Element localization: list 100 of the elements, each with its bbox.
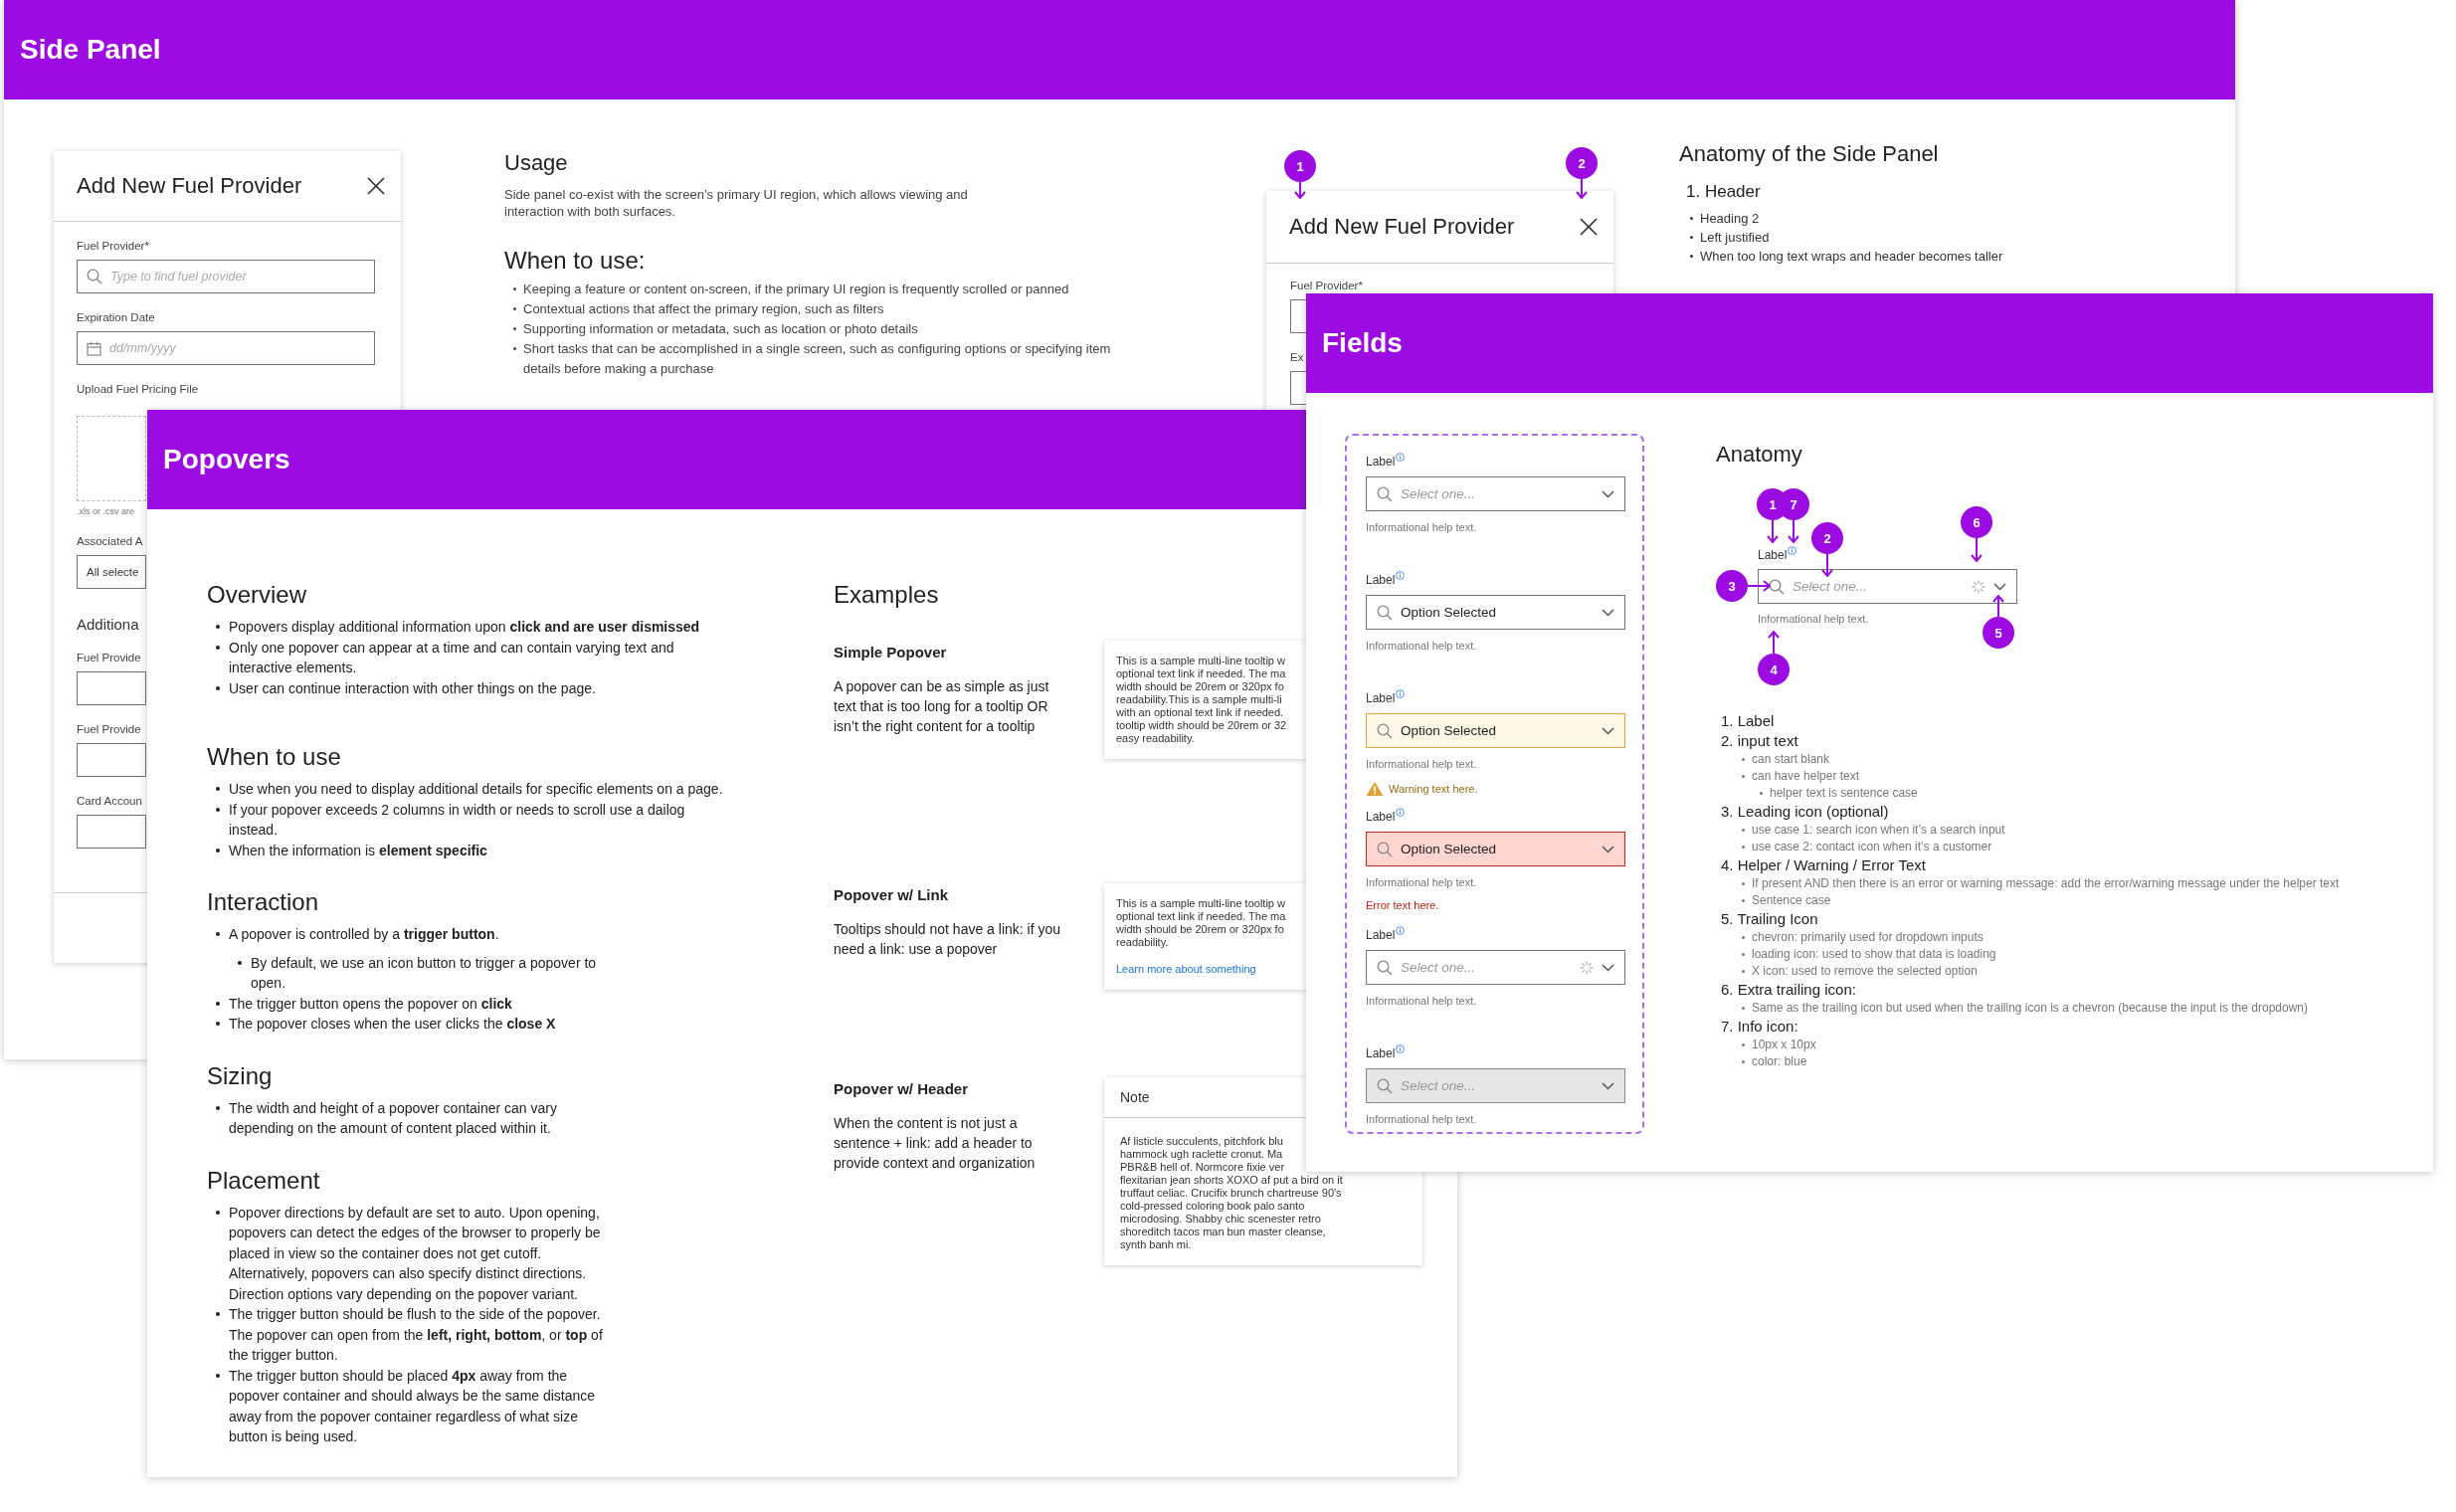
field-label: Label — [1366, 572, 1396, 588]
example-title: Popover w/ Header — [834, 1080, 970, 1098]
page-title: Popovers — [163, 444, 290, 475]
search-icon — [1769, 578, 1785, 595]
paragraph: This is a sample multi-line tooltip w optional text link if needed. The ma width should be 20rem or 320px fo readability. — [1116, 897, 1286, 949]
hint-text: .xls or .csv are — [77, 506, 134, 517]
calendar-icon — [87, 340, 101, 356]
list-item: color: blue — [1752, 1053, 1807, 1070]
select-field[interactable]: Select one... — [1366, 950, 1625, 985]
bullet-icon — [513, 347, 516, 350]
bullet-icon — [216, 1312, 220, 1317]
close-icon — [367, 177, 385, 195]
search-icon — [1377, 841, 1393, 857]
chevron-down-icon — [1602, 845, 1614, 853]
list-item: If present AND then there is an error or warning message: add the error/warning message under the helper text — [1752, 875, 2340, 892]
bullet-icon — [216, 848, 220, 852]
callout-arrow — [1576, 179, 1588, 199]
bullet-icon — [216, 1105, 220, 1110]
bullet-icon — [1742, 935, 1745, 939]
bullet-icon — [1690, 254, 1693, 258]
search-icon — [1377, 959, 1393, 976]
page-title: Fields — [1322, 327, 1403, 359]
callout-arrow — [1294, 182, 1306, 199]
callout-arrow — [1748, 580, 1771, 592]
bullet-icon — [1742, 1006, 1745, 1010]
bullet-icon — [216, 787, 220, 792]
bullet-icon — [1690, 235, 1693, 239]
list-item: Left justified — [1700, 229, 1770, 247]
bullet-icon — [216, 1022, 220, 1027]
list-item: A popover is controlled by a trigger button. — [229, 925, 499, 944]
field-label: Upload Fuel Pricing File — [77, 382, 199, 396]
paragraph: Side panel co-exist with the screen’s primary UI region, which allows viewing and interaction with both surfaces. — [504, 186, 969, 220]
info-icon — [1396, 1044, 1406, 1053]
list-item: loading icon: used to show that data is loading — [1752, 946, 1996, 963]
list-item: Contextual actions that affect the primary region, such as filters — [523, 300, 884, 318]
info-icon — [1396, 453, 1406, 462]
list-item: Popovers display additional information upon click and are user dismissed — [229, 618, 700, 637]
help-text: Informational help text. — [1366, 520, 1478, 534]
list-item: chevron: primarily used for dropdown inputs — [1752, 929, 1984, 946]
paragraph: Tooltips should not have a link: if you need a link: use a popover — [834, 920, 1062, 959]
bullet-icon — [1742, 969, 1745, 973]
example-title: Popover w/ Link — [834, 886, 950, 904]
field-label: Label — [1366, 927, 1396, 943]
select-field[interactable]: All selecte — [77, 555, 146, 589]
error-text: Error text here. — [1366, 899, 1440, 911]
field-label: Associated A — [77, 534, 143, 548]
field-label: Label — [1366, 690, 1396, 706]
list-item: can have helper text — [1752, 768, 1860, 785]
select-field[interactable]: Option Selected — [1366, 832, 1625, 866]
search-icon — [87, 269, 102, 284]
field-label: Fuel Provide — [77, 651, 141, 664]
list-item: use case 2: contact icon when it’s a customer — [1752, 839, 1992, 855]
panel-title: Add New Fuel Provider — [77, 173, 302, 199]
select-field[interactable]: Select one... — [1758, 569, 2017, 604]
search-icon — [1377, 485, 1393, 502]
bullet-icon — [1742, 1042, 1745, 1046]
chevron-down-icon — [1602, 608, 1614, 617]
input-field[interactable] — [77, 671, 146, 705]
field-label: Fuel Provider* — [1290, 279, 1363, 292]
bullet-icon — [216, 1001, 220, 1006]
callout-arrow — [1821, 554, 1833, 577]
warning-icon — [1366, 781, 1384, 797]
bullet-icon — [513, 287, 516, 290]
example-title: Simple Popover — [834, 644, 948, 662]
field-label: Fuel Provider* — [77, 239, 149, 253]
list-item: 6. Extra trailing icon: — [1720, 980, 1857, 1000]
number-badge: 6 — [1961, 506, 1992, 538]
input-field[interactable] — [77, 815, 146, 849]
bullet-icon — [216, 1373, 220, 1378]
list-item: 4. Helper / Warning / Error Text — [1720, 855, 1927, 875]
list-item: 1. Header — [1685, 181, 1762, 203]
help-text: Informational help text. — [1366, 875, 1478, 889]
paragraph: When the content is not just a sentence + link: add a header to provide context and organization — [834, 1114, 1037, 1173]
field-label: Expiration Date — [77, 310, 155, 324]
list-item: The width and height of a popover container can vary depending on the amount of content placed within it. — [229, 1098, 558, 1138]
select-field[interactable]: Select one... — [1366, 476, 1625, 511]
list-item: can start blank — [1752, 751, 1830, 768]
link[interactable]: Learn more about something — [1116, 963, 1256, 976]
help-text: Informational help text. — [1366, 994, 1478, 1008]
list-item: 10px x 10px — [1752, 1037, 1816, 1053]
bullet-icon — [238, 960, 242, 965]
callout-arrow — [1768, 631, 1780, 654]
list-item: Sentence case — [1752, 892, 1831, 909]
list-item: Use when you need to display additional details for specific elements on a page. — [229, 780, 723, 799]
list-item: When the information is element specific — [229, 841, 487, 860]
date-field[interactable]: dd/mm/yyyy — [77, 331, 375, 365]
list-item: If your popover exceeds 2 columns in width or needs to scroll use a dailog instead. — [229, 800, 686, 840]
bullet-icon — [1760, 791, 1763, 795]
list-item: Only one popover can appear at a time and can contain varying text and interactive elements. — [229, 638, 675, 677]
field-label: Label — [1366, 454, 1396, 470]
search-field[interactable]: Type to find fuel provider — [77, 260, 375, 293]
list-item: By default, we use an icon button to trigger a popover to open. — [251, 953, 598, 993]
chevron-down-icon — [1602, 963, 1614, 972]
input-field[interactable] — [77, 743, 146, 777]
bullet-icon — [1742, 757, 1745, 761]
section-heading: Additiona — [77, 616, 139, 633]
paragraph: This is a sample multi-line tooltip w optional text link if needed. The ma width should be 20rem or 320px fo readability.This is a sample multi-li with an optional text link if needed. tooltip width should be 20rem or 32 easy readability. — [1116, 655, 1287, 745]
select-field[interactable]: Option Selected — [1366, 713, 1625, 748]
search-icon — [1377, 604, 1393, 621]
select-field[interactable]: Option Selected — [1366, 595, 1625, 630]
